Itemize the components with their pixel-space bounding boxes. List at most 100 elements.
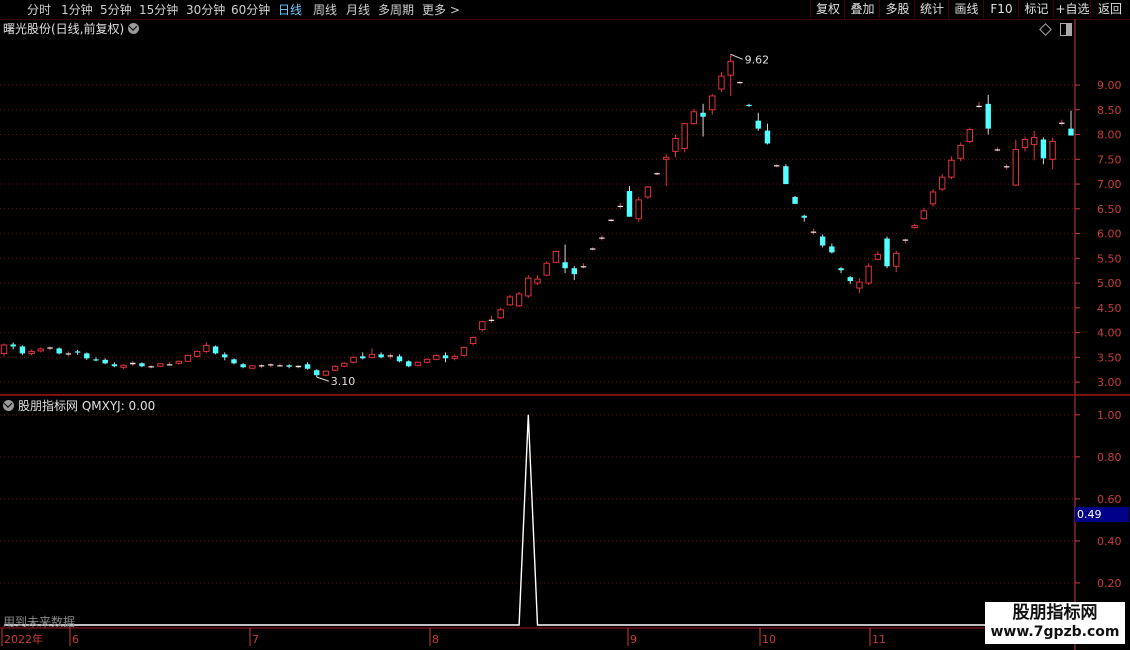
high-pointer [730,53,743,60]
main-tick-label-12: 9.00 [1097,79,1122,92]
candle-body-100 [920,210,928,220]
candle-body-43 [396,356,403,362]
candle-body-112 [1031,137,1038,145]
candle-body-67 [617,205,623,208]
candle-body-21 [193,350,201,357]
candle-body-72 [663,156,670,160]
high-label: 9.62 [745,53,770,66]
main-tick-label-9: 7.50 [1097,153,1122,166]
candle-body-108 [994,149,1001,151]
candle-body-35 [322,370,330,376]
candle-body-65 [599,237,605,239]
candle-body-113 [1040,139,1047,159]
low-pointer [316,376,329,382]
candle-body-71 [654,173,660,175]
candle-body-61 [562,262,568,269]
candle-body-95 [874,253,882,260]
current-value-badge: 0.49 [1075,507,1129,522]
candle-body-17 [157,363,164,367]
candle-body-58 [534,278,541,284]
candle-body-62 [571,268,577,275]
candle-body-22 [203,344,210,352]
main-tick-label-4: 5.00 [1097,277,1122,290]
candle-body-32 [295,365,302,368]
candle-body-64 [589,248,596,250]
stock-chart[interactable]: 3.00 3.50 4.00 4.50 5.00 5.50 6.00 6.50 7.00 7.50… [0,0,1130,650]
main-tick-label-8: 7.00 [1097,178,1122,191]
candle-body-42 [387,355,394,357]
candle-body-60 [552,250,560,263]
candle-body-110 [1012,148,1020,186]
candle-body-53 [488,319,495,321]
date-label-4: 9 [630,633,637,646]
candle-body-74 [681,123,688,149]
qmxyj-line [4,414,1075,626]
candle-body-28 [258,365,265,367]
candle-body-96 [884,238,890,267]
candle-body-12 [111,364,118,367]
watermark: 股朋指标网 www.7gpzb.com [985,602,1125,644]
candle-body-24 [222,354,228,358]
candle-body-50 [460,346,468,356]
candle-body-87 [801,215,807,218]
main-tick-label-1: 3.50 [1097,351,1122,364]
candle-body-34 [314,370,320,376]
candle-body-98 [902,239,909,241]
candle-body-48 [442,355,449,359]
watermark-url: www.7gpzb.com [990,624,1120,640]
future-data-note: 用到未来数据 [3,615,76,629]
candle-body-69 [635,199,642,220]
candle-body-11 [102,359,108,364]
candle-body-73 [672,138,679,152]
candle-body-79 [727,60,734,76]
candle-body-80 [737,82,743,84]
candle-body-66 [608,219,614,221]
ind-tick-label-0: 0.20 [1097,577,1122,590]
candle-body-104 [957,144,964,159]
candle-body-46 [423,358,431,363]
candle-body-44 [406,361,412,367]
candle-body-49 [451,355,458,359]
candle-body-4 [37,348,44,352]
candle-body-52 [479,321,486,331]
candle-body-1 [10,344,16,347]
candle-body-76 [700,112,706,117]
candle-body-47 [433,354,440,360]
candle-body-82 [755,120,761,129]
candle-body-59 [543,262,550,276]
candle-body-97 [893,252,900,267]
candle-body-86 [792,196,798,204]
candle-body-30 [277,365,283,367]
low-label: 3.10 [331,375,356,388]
watermark-title: 股朋指标网 [1012,603,1098,623]
candle-body-3 [28,350,35,354]
candle-body-0 [0,344,8,354]
candle-body-75 [690,111,698,125]
candle-body-2 [19,346,26,354]
date-label-2: 7 [252,633,259,646]
candle-body-36 [331,365,339,371]
candle-body-18 [166,364,173,366]
candle-body-31 [286,365,292,367]
candle-body-115 [1059,122,1065,124]
candle-body-78 [718,75,725,90]
candle-body-92 [847,277,853,282]
main-tick-label-0: 3.00 [1097,376,1122,389]
candle-body-25 [231,359,237,364]
ind-tick-label-2: 0.60 [1097,493,1122,506]
candle-body-84 [773,165,780,167]
candle-body-105 [966,129,974,142]
main-tick-label-2: 4.00 [1097,327,1122,340]
candle-body-38 [350,356,357,363]
candle-body-29 [268,364,274,366]
candle-body-55 [506,296,514,306]
candle-body-6 [56,348,62,354]
candle-body-103 [948,159,955,178]
candle-body-94 [865,265,872,284]
main-tick-label-11: 8.50 [1097,104,1122,117]
date-label-0: 2022年 [4,632,43,646]
candle-body-15 [139,363,145,367]
candle-body-57 [525,277,532,297]
candle-body-114 [1049,140,1056,160]
candle-body-7 [65,353,72,355]
